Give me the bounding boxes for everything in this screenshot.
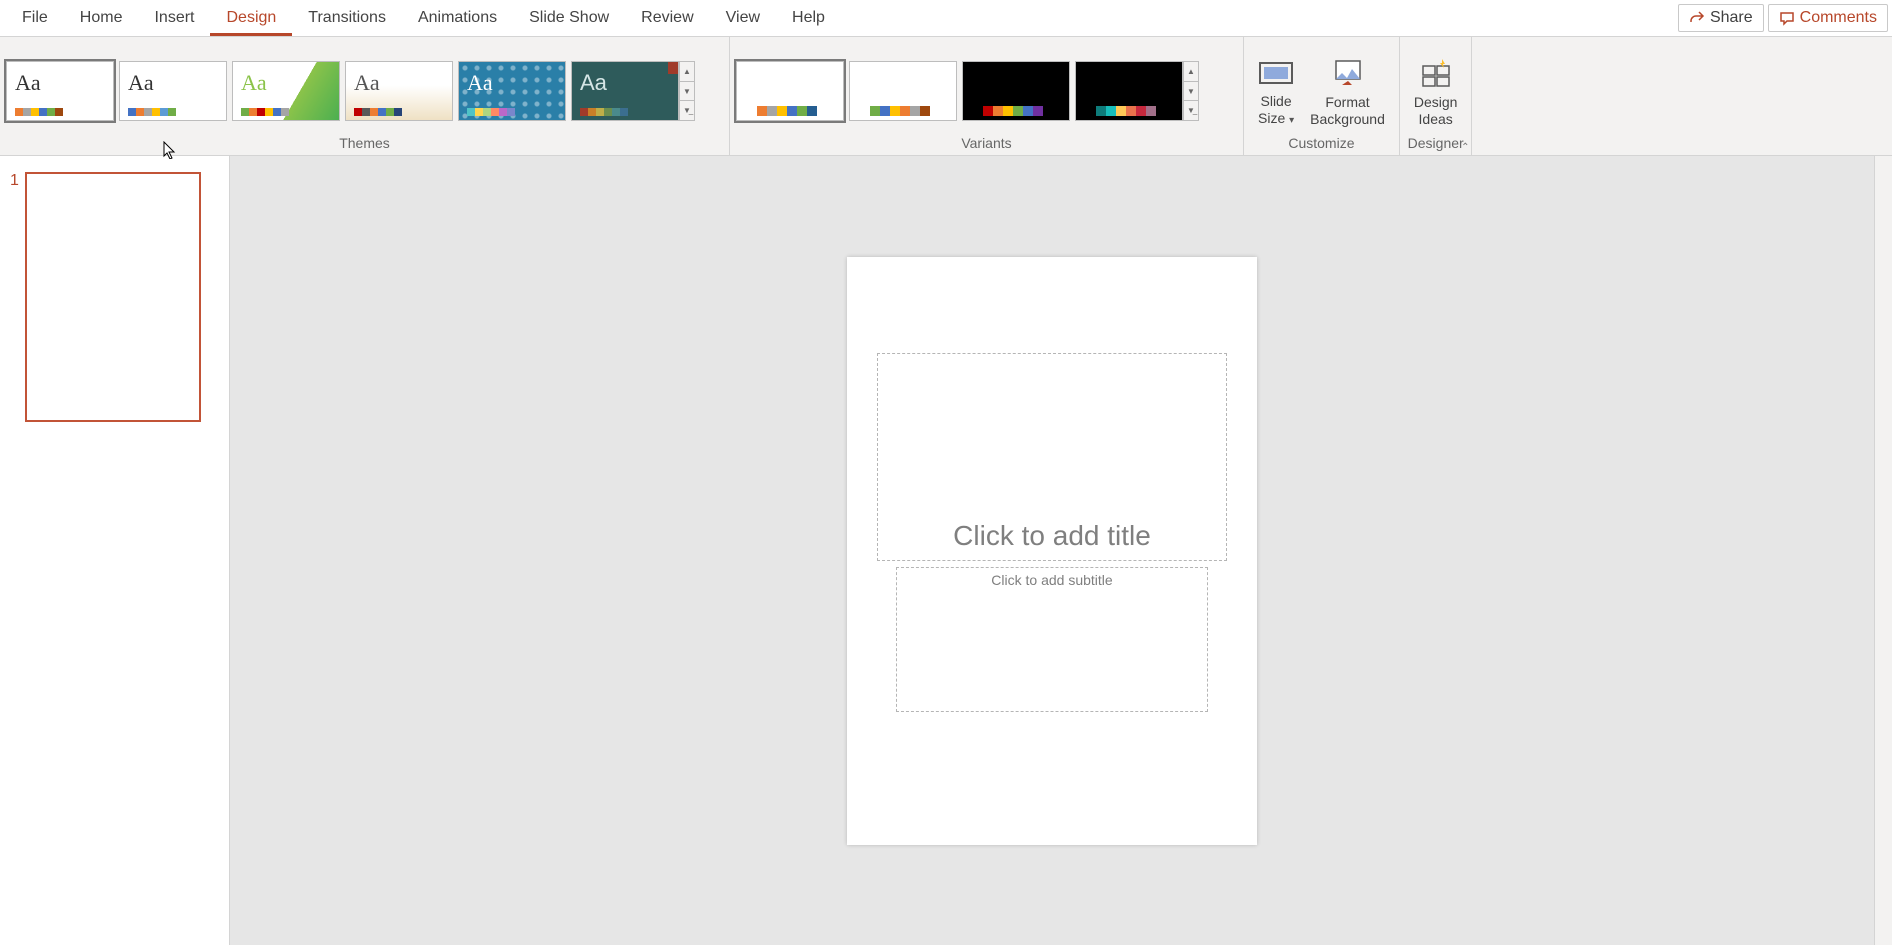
tab-slideshow[interactable]: Slide Show <box>513 0 625 36</box>
slide-number: 1 <box>10 172 19 929</box>
variant-swatches <box>1096 106 1156 116</box>
comments-label: Comments <box>1800 9 1877 27</box>
tab-insert[interactable]: Insert <box>138 0 210 36</box>
comments-button[interactable]: Comments <box>1768 4 1888 32</box>
theme-thumb-5[interactable]: Aa <box>458 61 566 121</box>
tab-file[interactable]: File <box>6 0 64 36</box>
chevron-down-icon: ▾ <box>1289 115 1294 126</box>
share-icon <box>1689 10 1705 26</box>
group-label-themes: Themes <box>0 135 729 155</box>
variant-swatches <box>757 106 817 116</box>
themes-gallery-scroll: ▲ ▼ ▼̲ <box>679 61 695 121</box>
theme-aa-text: Aa <box>580 70 607 96</box>
themes-gallery-expand[interactable]: ▼̲ <box>679 101 695 121</box>
variant-swatches <box>870 106 930 116</box>
theme-swatches <box>354 108 402 116</box>
theme-thumb-4[interactable]: Aa <box>345 61 453 121</box>
tab-home[interactable]: Home <box>64 0 139 36</box>
slide-size-label: Slide Size <box>1258 93 1292 126</box>
slide-thumbnail-panel: 1 <box>0 156 230 945</box>
ribbon-body: Aa Aa Aa Aa Aa Aa ▲ ▼ ▼̲ Themes ▲ ▼ ▼̲ Varian… <box>0 37 1892 156</box>
title-placeholder[interactable]: Click to add title <box>877 353 1227 561</box>
group-designer: Design Ideas Designer ⌃ <box>1400 37 1473 155</box>
group-label-customize: Customize <box>1244 135 1399 155</box>
format-background-button[interactable]: Format Background <box>1302 43 1393 139</box>
tab-review[interactable]: Review <box>625 0 709 36</box>
variant-swatches <box>983 106 1043 116</box>
slide-size-icon <box>1258 53 1294 93</box>
variants-scroll-down[interactable]: ▼ <box>1183 82 1199 102</box>
comments-icon <box>1779 10 1795 26</box>
editor-area: 1 Click to add title Click to add subtit… <box>0 156 1892 945</box>
slide-canvas-area: Click to add title Click to add subtitle <box>230 156 1874 945</box>
format-background-icon <box>1332 54 1364 94</box>
variant-thumb-1[interactable] <box>736 61 844 121</box>
theme-aa-text: Aa <box>467 70 493 96</box>
variant-thumb-3[interactable] <box>962 61 1070 121</box>
share-button[interactable]: Share <box>1678 4 1764 32</box>
theme-thumb-6[interactable]: Aa <box>571 61 679 121</box>
theme-aa-text: Aa <box>354 70 380 96</box>
theme-swatches <box>467 108 515 116</box>
group-themes: Aa Aa Aa Aa Aa Aa ▲ ▼ ▼̲ Themes <box>0 37 730 155</box>
design-ideas-button[interactable]: Design Ideas <box>1406 43 1466 139</box>
themes-scroll-down[interactable]: ▼ <box>679 82 695 102</box>
theme-aa-text: Aa <box>128 70 154 96</box>
theme-swatches <box>128 108 176 116</box>
themes-scroll-up[interactable]: ▲ <box>679 61 695 82</box>
design-ideas-label: Design Ideas <box>1414 94 1458 128</box>
subtitle-placeholder-text: Click to add subtitle <box>991 572 1112 588</box>
tab-view[interactable]: View <box>710 0 776 36</box>
theme-thumb-1[interactable]: Aa <box>6 61 114 121</box>
collapse-ribbon-icon[interactable]: ⌃ <box>1461 142 1469 153</box>
slide-size-button[interactable]: Slide Size ▾ <box>1250 43 1302 139</box>
group-variants: ▲ ▼ ▼̲ Variants <box>730 37 1244 155</box>
tab-help[interactable]: Help <box>776 0 841 36</box>
share-label: Share <box>1710 9 1753 27</box>
theme-thumb-3[interactable]: Aa <box>232 61 340 121</box>
title-placeholder-text: Click to add title <box>953 520 1151 552</box>
theme-aa-text: Aa <box>241 70 267 96</box>
group-label-variants: Variants <box>730 135 1243 155</box>
slide-thumbnail-1[interactable] <box>25 172 201 422</box>
theme-aa-text: Aa <box>15 70 41 96</box>
variants-gallery <box>736 61 1183 121</box>
theme-swatches <box>580 108 628 116</box>
tab-transitions[interactable]: Transitions <box>292 0 402 36</box>
design-ideas-icon <box>1420 54 1452 94</box>
slide-canvas[interactable]: Click to add title Click to add subtitle <box>847 257 1257 845</box>
variant-thumb-4[interactable] <box>1075 61 1183 121</box>
variants-gallery-expand[interactable]: ▼̲ <box>1183 101 1199 121</box>
format-background-label: Format Background <box>1310 94 1385 128</box>
theme-swatches <box>15 108 63 116</box>
tab-design[interactable]: Design <box>210 0 292 36</box>
subtitle-placeholder[interactable]: Click to add subtitle <box>896 567 1208 712</box>
theme-swatches <box>241 108 289 116</box>
theme-thumb-2[interactable]: Aa <box>119 61 227 121</box>
group-customize: Slide Size ▾ Format Background Customize <box>1244 37 1400 155</box>
variant-thumb-2[interactable] <box>849 61 957 121</box>
ribbon-tabs: File Home Insert Design Transitions Anim… <box>0 0 1892 37</box>
variants-gallery-scroll: ▲ ▼ ▼̲ <box>1183 61 1199 121</box>
vertical-scrollbar[interactable] <box>1874 156 1892 945</box>
themes-gallery: Aa Aa Aa Aa Aa Aa <box>6 61 679 121</box>
tab-animations[interactable]: Animations <box>402 0 513 36</box>
variants-scroll-up[interactable]: ▲ <box>1183 61 1199 82</box>
